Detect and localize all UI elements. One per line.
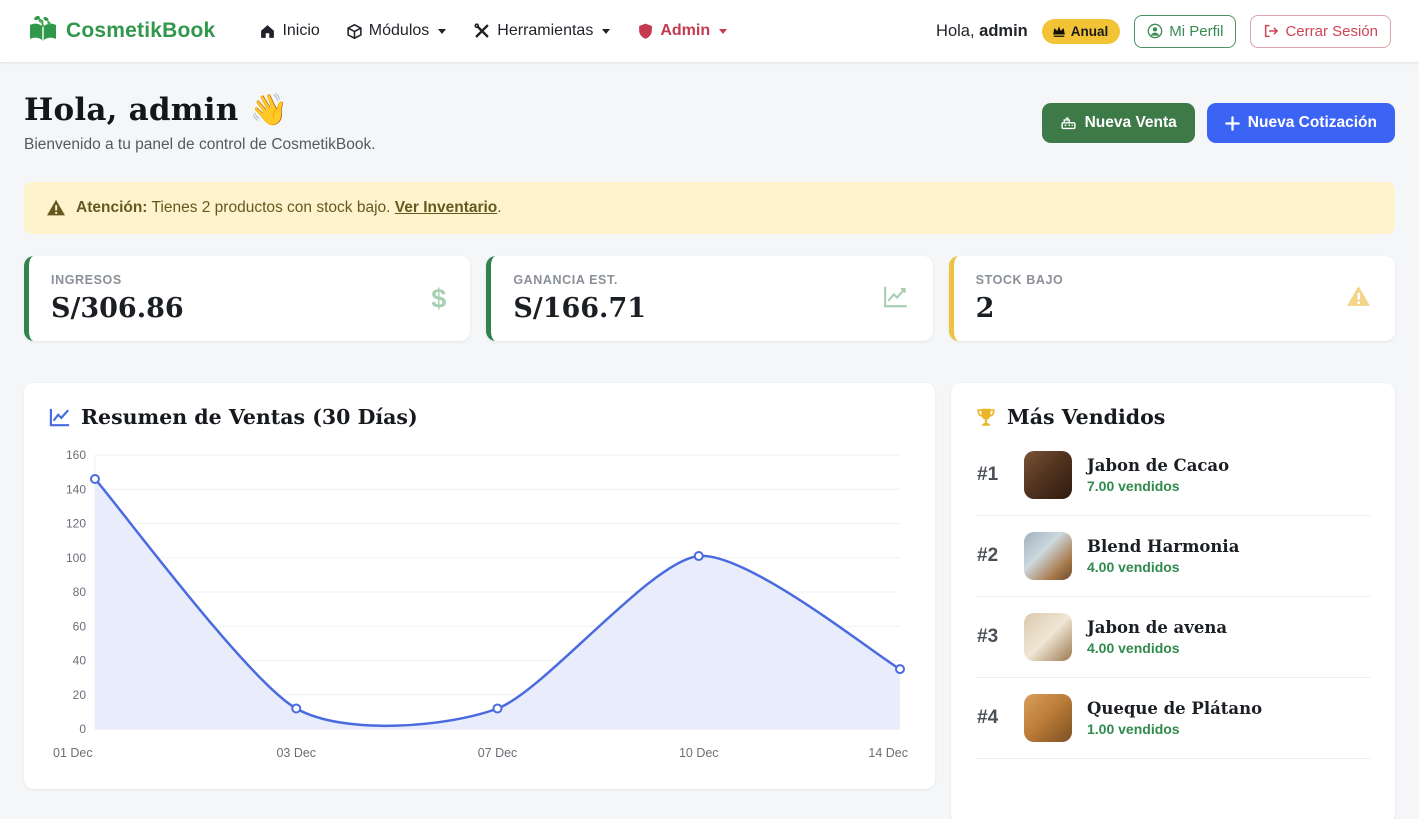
svg-text:140: 140 <box>66 482 86 496</box>
cash-register-icon <box>1060 115 1077 132</box>
navbar: CosmetikBook Inicio Módulos <box>0 0 1419 63</box>
warning-triangle-icon <box>1346 285 1371 313</box>
main-content: Hola, admin 👋 Bienvenido a tu panel de c… <box>0 91 1419 819</box>
stat-card-ganancia: GANANCIA EST. S/166.71 <box>486 256 932 341</box>
svg-text:07 Dec: 07 Dec <box>478 746 518 760</box>
product-thumbnail <box>1024 613 1072 661</box>
svg-text:10 Dec: 10 Dec <box>679 746 719 760</box>
brand-name: CosmetikBook <box>66 19 215 43</box>
stat-card-stock-bajo: STOCK BAJO 2 <box>949 256 1395 341</box>
product-thumbnail <box>1024 451 1072 499</box>
page-subtitle: Bienvenido a tu panel de control de Cosm… <box>24 136 376 154</box>
chevron-down-icon <box>437 28 447 35</box>
sales-summary-title: Resumen de Ventas (30 Días) <box>49 405 910 429</box>
svg-text:0: 0 <box>79 722 86 736</box>
svg-text:120: 120 <box>66 517 86 531</box>
brand-logo-icon <box>28 15 58 48</box>
greeting-username: admin <box>979 22 1028 40</box>
svg-text:80: 80 <box>73 585 87 599</box>
profile-button[interactable]: Mi Perfil <box>1134 15 1236 48</box>
svg-text:14 Dec: 14 Dec <box>868 746 908 760</box>
svg-text:100: 100 <box>66 551 86 565</box>
nav-item-modulos[interactable]: Módulos <box>346 22 447 40</box>
sales-chart: 0 20 40 60 80 100 120 140 160 01 Dec 03 Dec 07 Dec 1… <box>49 443 910 765</box>
modules-cube-icon <box>346 23 363 40</box>
best-seller-row[interactable]: #4 Queque de Plátano 1.00 vendidos <box>975 678 1371 759</box>
chart-line-icon <box>883 284 909 313</box>
sales-summary-card: Resumen de Ventas (30 Días) 0 20 40 60 80 100… <box>24 383 935 789</box>
svg-text:03 Dec: 03 Dec <box>276 746 316 760</box>
stat-card-ingresos: INGRESOS S/306.86 $ <box>24 256 470 341</box>
wave-emoji: 👋 <box>250 92 289 128</box>
dollar-sign-icon: $ <box>431 283 446 314</box>
page-title: Hola, admin 👋 <box>24 91 376 128</box>
greeting: Hola, admin <box>936 22 1028 41</box>
line-chart-icon <box>49 407 71 427</box>
product-thumbnail <box>1024 694 1072 742</box>
best-sellers-title: Más Vendidos <box>975 405 1371 429</box>
svg-text:160: 160 <box>66 448 86 462</box>
shield-icon <box>637 22 654 40</box>
new-quote-button[interactable]: Nueva Cotización <box>1207 103 1395 143</box>
best-sellers-card: Más Vendidos #1 Jabon de Cacao 7.00 vend… <box>951 383 1395 819</box>
best-seller-row[interactable]: #2 Blend Harmonia 4.00 vendidos <box>975 516 1371 597</box>
chevron-down-icon <box>718 28 728 35</box>
chevron-down-icon <box>601 28 611 35</box>
brand[interactable]: CosmetikBook <box>28 15 215 48</box>
nav-item-herramientas[interactable]: Herramientas <box>473 22 611 40</box>
plus-icon <box>1225 116 1240 131</box>
nav-item-admin[interactable]: Admin <box>637 22 728 40</box>
tools-icon <box>473 22 491 40</box>
home-icon <box>259 23 276 40</box>
nav-item-inicio[interactable]: Inicio <box>259 22 319 40</box>
best-seller-row[interactable]: #3 Jabon de avena 4.00 vendidos <box>975 597 1371 678</box>
svg-text:60: 60 <box>73 619 87 633</box>
trophy-icon <box>975 406 997 428</box>
logout-icon <box>1263 23 1279 39</box>
svg-text:20: 20 <box>73 688 87 702</box>
svg-text:01 Dec: 01 Dec <box>53 746 93 760</box>
low-stock-alert: Atención: Tienes 2 productos con stock b… <box>24 182 1395 234</box>
product-thumbnail <box>1024 532 1072 580</box>
crown-icon <box>1052 25 1066 37</box>
best-seller-row[interactable]: #1 Jabon de Cacao 7.00 vendidos <box>975 435 1371 516</box>
plan-badge: Anual <box>1042 19 1121 44</box>
new-sale-button[interactable]: Nueva Venta <box>1042 103 1195 143</box>
svg-text:40: 40 <box>73 654 87 668</box>
person-icon <box>1147 23 1163 39</box>
warning-icon <box>46 199 66 217</box>
view-inventory-link[interactable]: Ver Inventario <box>395 199 498 216</box>
logout-button[interactable]: Cerrar Sesión <box>1250 15 1391 48</box>
